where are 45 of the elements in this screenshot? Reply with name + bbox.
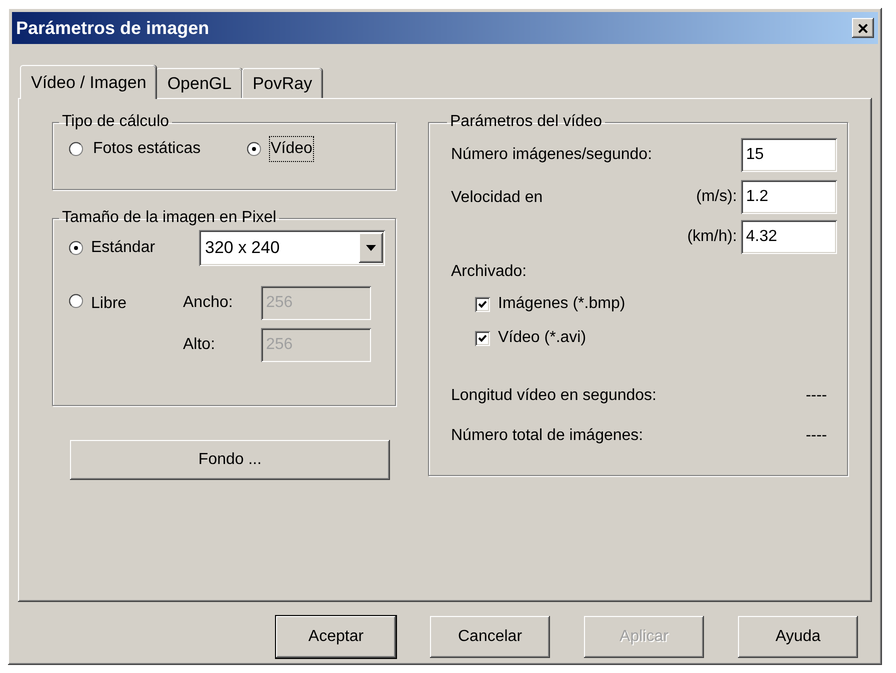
unit-label: (m/s): [696,187,737,207]
tab[interactable]: Vídeo / Imagen [20,65,156,99]
section-label: Archivado: [451,262,528,282]
checkbox[interactable] [475,330,490,346]
input-field[interactable]: 4.32 [741,220,837,254]
caret-icon [366,245,376,251]
group-title: Tamaño de la imagen en Pixel [61,208,278,228]
group-title: Parámetros del vídeo [449,112,604,132]
field-label: Alto: [183,335,216,355]
group-title: Tipo de cálculo [61,112,170,132]
field-label: Número imágenes/segundo: [451,145,652,165]
radio-label: Libre [91,294,127,314]
checkbox-label: Vídeo (*.avi) [498,328,586,348]
radio-button[interactable] [69,294,83,308]
input-field[interactable]: 1.2 [741,180,837,214]
dialog-button[interactable]: Ayuda [738,616,858,658]
background-button[interactable]: Fondo ... [70,440,390,480]
radio-button[interactable] [69,142,83,156]
checkbox-label: Imágenes (*.bmp) [498,294,626,314]
window-title: Parámetros de imagen [16,16,210,40]
field-label: Velocidad en [451,188,544,208]
stat-value: ---- [806,386,827,406]
stat-value: ---- [806,426,827,446]
radio-button[interactable] [246,142,261,156]
radio-label: Estándar [91,238,156,258]
checkmark-icon [478,300,487,308]
radio-button[interactable] [69,241,83,255]
input-field[interactable]: 15 [741,138,837,172]
field-label: Ancho: [183,293,234,313]
tab[interactable]: OpenGL [156,68,242,98]
close-icon [858,24,868,32]
checkmark-icon [478,334,487,342]
dropdown-value: 320 x 240 [205,237,280,260]
unit-label: (km/h): [687,227,737,247]
stat-label: Número total de imágenes: [451,426,644,446]
dropdown-arrow-button[interactable] [359,233,383,263]
radio-label: Fotos estáticas [92,139,202,159]
stat-label: Longitud vídeo en segundos: [451,386,656,406]
radio-label: Vídeo [268,136,314,162]
dialog-button[interactable]: Cancelar [430,616,550,658]
tab[interactable]: PovRay [242,68,322,98]
close-button[interactable] [852,18,874,38]
size-dropdown[interactable]: 320 x 240 [199,230,385,266]
dialog-button[interactable]: Aceptar [276,616,396,658]
checkbox[interactable] [475,296,490,312]
